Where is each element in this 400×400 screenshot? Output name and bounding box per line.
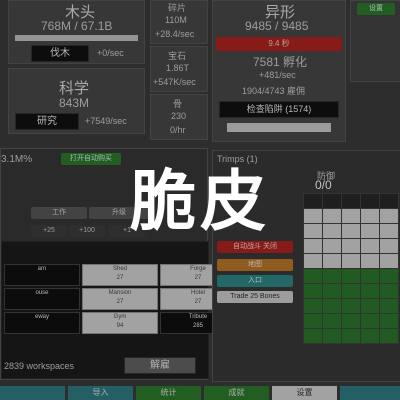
overlay-title: 脆皮 [130, 163, 270, 240]
